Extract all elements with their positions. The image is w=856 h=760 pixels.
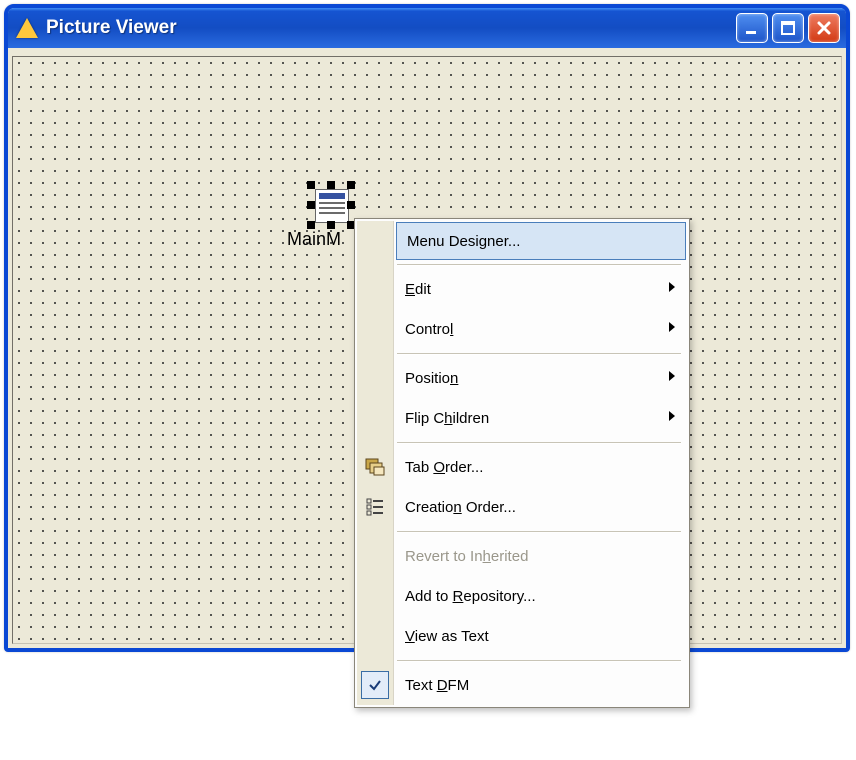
creation-order-icon bbox=[361, 493, 389, 521]
context-menu-item[interactable]: Tab Order... bbox=[395, 447, 687, 487]
context-menu-item-label: Control bbox=[405, 321, 453, 338]
context-menu-separator bbox=[397, 353, 681, 354]
submenu-arrow-icon bbox=[667, 409, 677, 427]
context-menu-item[interactable]: Add to Repository... bbox=[395, 576, 687, 616]
mainmenu-icon bbox=[315, 189, 349, 223]
checked-icon bbox=[361, 671, 389, 699]
context-menu-item-label: Creation Order... bbox=[405, 499, 516, 516]
submenu-arrow-icon bbox=[667, 280, 677, 298]
context-menu-item-label: Add to Repository... bbox=[405, 588, 536, 605]
tab-order-icon bbox=[361, 453, 389, 481]
context-menu-item-label: Text DFM bbox=[405, 677, 469, 694]
context-menu-separator bbox=[397, 531, 681, 532]
context-menu-separator bbox=[397, 264, 681, 265]
context-menu: Menu Designer... Edit Control Position Flip … bbox=[354, 218, 690, 708]
context-menu-item: Revert to Inherited bbox=[395, 536, 687, 576]
context-menu-item-label: Revert to Inherited bbox=[405, 548, 528, 565]
context-menu-item-label: Edit bbox=[405, 281, 431, 298]
context-menu-item-label: Menu Designer... bbox=[407, 233, 520, 250]
context-menu-item[interactable]: Edit bbox=[395, 269, 687, 309]
context-menu-item[interactable]: Menu Designer... bbox=[396, 222, 686, 260]
context-menu-item-label: Flip Children bbox=[405, 410, 489, 427]
context-menu-item[interactable]: Flip Children bbox=[395, 398, 687, 438]
context-menu-item-label: View as Text bbox=[405, 628, 489, 645]
app-icon bbox=[16, 17, 38, 39]
context-menu-item[interactable]: Control bbox=[395, 309, 687, 349]
mainmenu-component[interactable] bbox=[311, 185, 351, 225]
maximize-button[interactable] bbox=[772, 13, 804, 43]
submenu-arrow-icon bbox=[667, 320, 677, 338]
component-name-label: MainM bbox=[287, 229, 341, 250]
context-menu-item-label: Position bbox=[405, 370, 458, 387]
context-menu-separator bbox=[397, 442, 681, 443]
context-menu-item[interactable]: Position bbox=[395, 358, 687, 398]
minimize-button[interactable] bbox=[736, 13, 768, 43]
context-menu-item[interactable]: Text DFM bbox=[395, 665, 687, 705]
context-menu-item[interactable]: View as Text bbox=[395, 616, 687, 656]
context-menu-separator bbox=[397, 660, 681, 661]
window-title: Picture Viewer bbox=[46, 17, 736, 39]
window-buttons bbox=[736, 13, 840, 43]
title-bar[interactable]: Picture Viewer bbox=[8, 8, 846, 48]
close-button[interactable] bbox=[808, 13, 840, 43]
submenu-arrow-icon bbox=[667, 369, 677, 387]
context-menu-item[interactable]: Creation Order... bbox=[395, 487, 687, 527]
context-menu-item-label: Tab Order... bbox=[405, 459, 483, 476]
